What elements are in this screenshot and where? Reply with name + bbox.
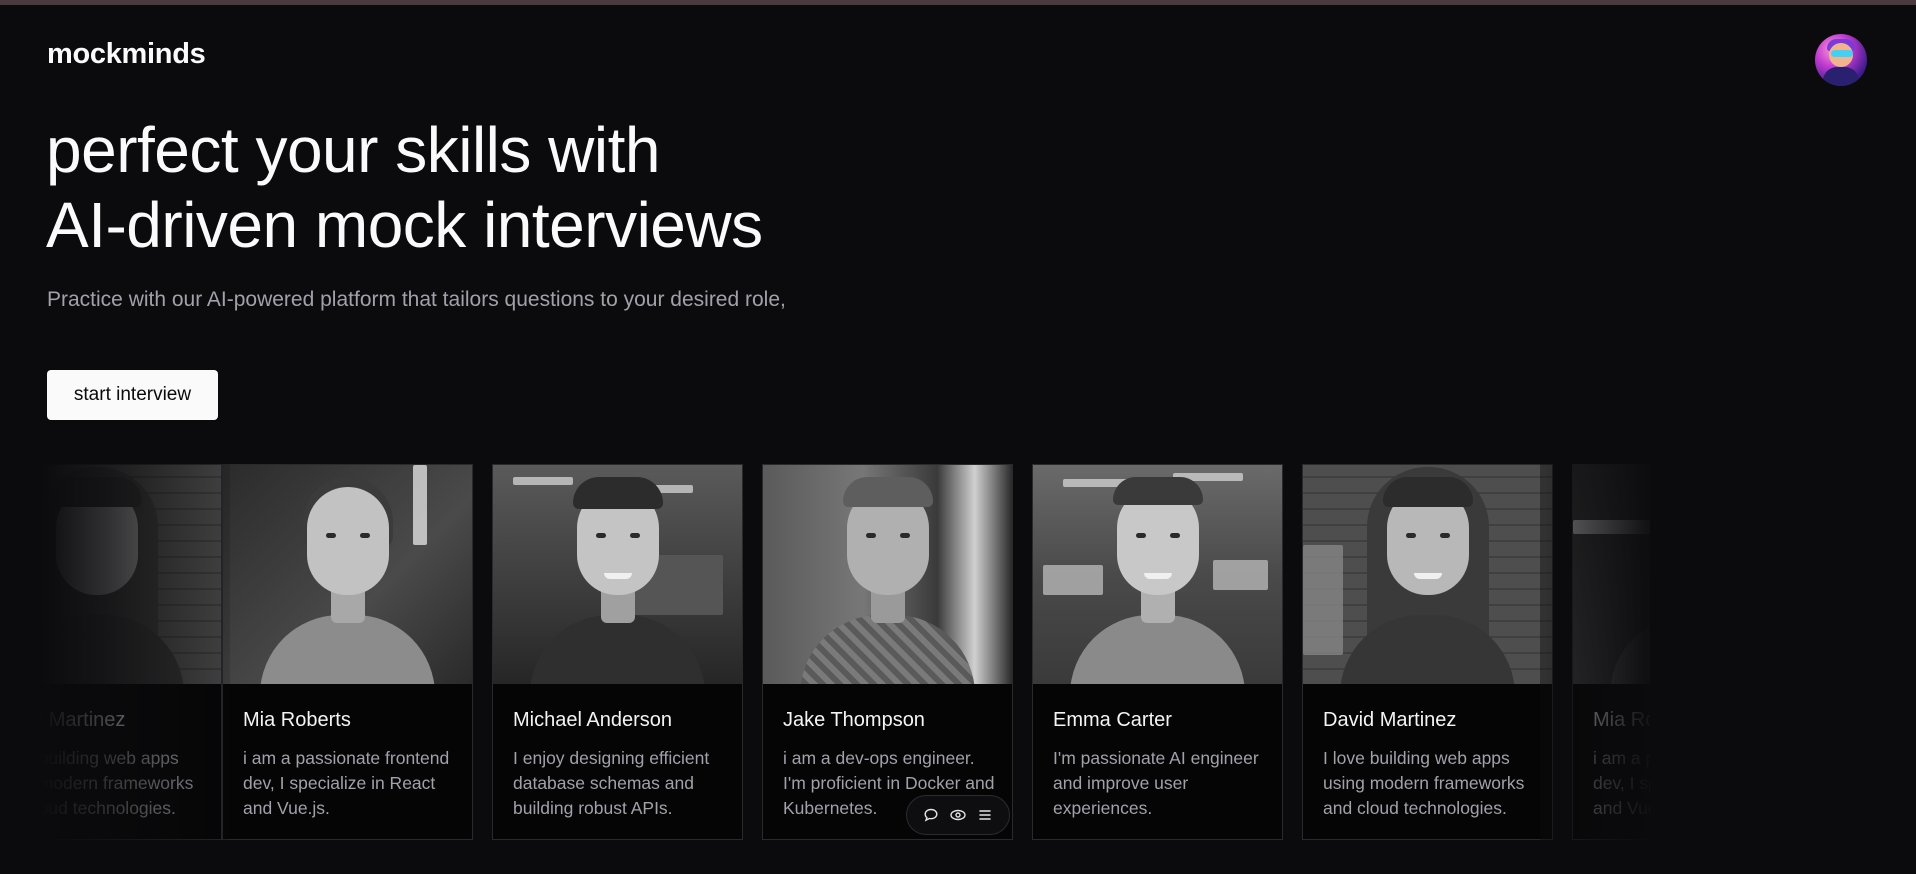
interviewer-name: Emma Carter [1053,709,1172,731]
interviewer-card[interactable]: David Martinez I love building web apps … [1302,464,1553,840]
top-accent-strip [0,0,1916,5]
chat-bubble-icon[interactable] [921,805,941,825]
interviewer-bio: I enjoy designing efficient database sch… [513,748,710,818]
interviewer-name: Mia Roberts [1593,709,1650,731]
interviewer-bio: i am a passionate frontend dev, I specia… [1593,748,1650,818]
hero-headline: perfect your skills with AI-driven mock … [46,113,946,263]
interviewer-photo [1303,465,1552,684]
start-interview-button[interactable]: start interview [47,370,218,420]
interviewer-bio: I love building web apps using modern fr… [1323,748,1525,818]
interviewer-carousel[interactable]: David Martinez I love building web apps … [40,464,1650,840]
floating-toolbar [906,795,1010,835]
menu-icon[interactable] [975,805,995,825]
interviewer-photo [1573,465,1650,684]
interviewer-photo [1033,465,1282,684]
interviewer-bio: i am a passionate frontend dev, I specia… [243,748,450,818]
interviewer-card[interactable]: David Martinez I love building web apps … [40,464,222,840]
interviewer-bio: I'm passionate AI engineer and improve u… [1053,748,1259,818]
interviewer-card[interactable]: Mia Roberts i am a passionate frontend d… [222,464,473,840]
interviewer-name: David Martinez [40,709,126,731]
user-avatar[interactable] [1815,34,1867,86]
eye-icon[interactable] [948,805,968,825]
interviewer-card[interactable]: Michael Anderson I enjoy designing effic… [492,464,743,840]
avatar-body [1823,67,1859,86]
interviewer-name: Mia Roberts [243,709,351,731]
headline-line-2: AI-driven mock interviews [46,189,763,261]
interviewer-name: David Martinez [1323,709,1457,731]
interviewer-name: Michael Anderson [513,709,672,731]
interviewer-photo [493,465,742,684]
interviewer-photo [763,465,1012,684]
interviewer-bio: I love building web apps using modern fr… [40,748,194,818]
hero-subtext: Practice with our AI-powered platform th… [47,288,786,311]
interviewer-card[interactable]: Jake Thompson i am a dev-ops engineer. I… [762,464,1013,840]
brand-logo[interactable]: mockminds [47,38,206,71]
interviewer-name: Jake Thompson [783,709,925,731]
interviewer-photo [223,465,472,684]
avatar-glasses [1831,50,1853,57]
interviewer-card[interactable]: Mia Roberts i am a passionate frontend d… [1572,464,1650,840]
headline-line-1: perfect your skills with [46,114,660,186]
interviewer-card[interactable]: Emma Carter I'm passionate AI engineer a… [1032,464,1283,840]
interviewer-photo [40,465,221,684]
